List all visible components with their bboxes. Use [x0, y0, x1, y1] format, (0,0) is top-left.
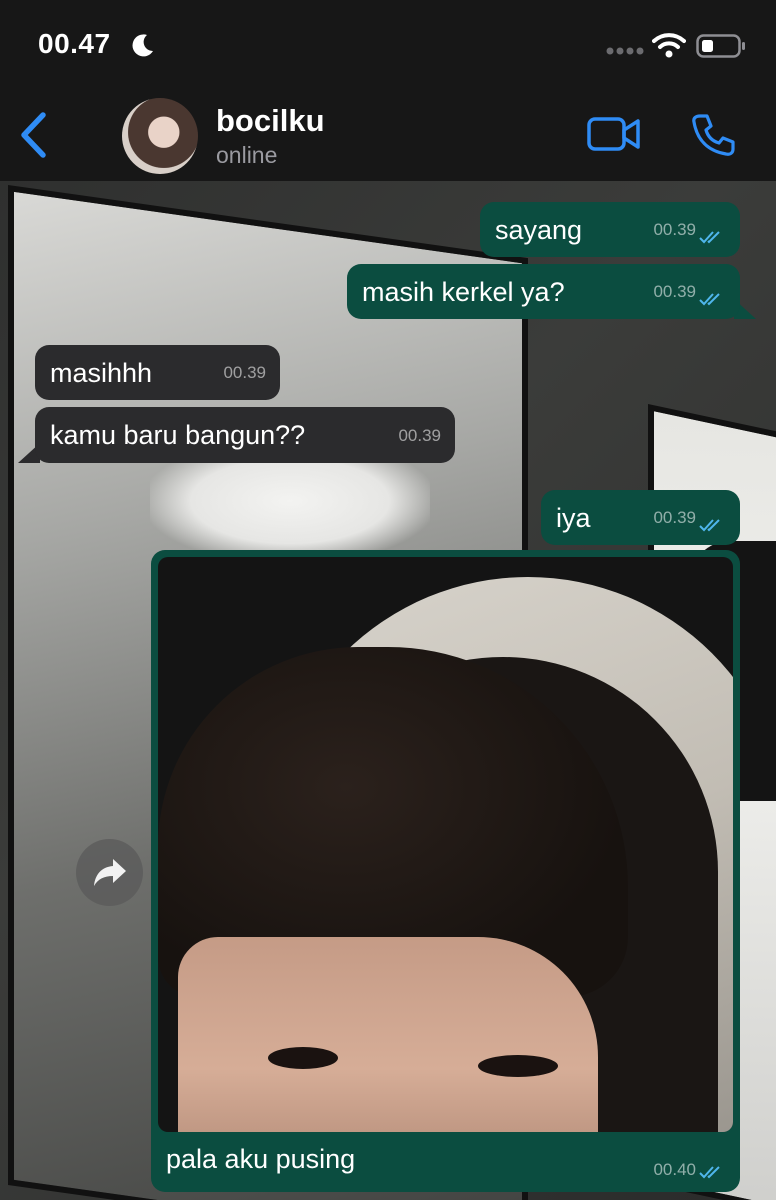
double-check-icon: [699, 519, 720, 532]
message-incoming[interactable]: kamu baru bangun?? 00.39: [35, 407, 455, 463]
photo-face: [178, 937, 598, 1132]
photo-caption: pala aku pusing: [166, 1144, 356, 1174]
chevron-left-icon[interactable]: [16, 110, 50, 160]
share-forward-icon: [94, 859, 126, 886]
message-text: masihhh: [50, 358, 153, 388]
message-incoming[interactable]: masihhh 00.39: [35, 345, 280, 400]
forward-button[interactable]: [76, 839, 143, 906]
chat-header: 00.47 bocilku online: [0, 0, 776, 181]
message-time: 00.39: [653, 282, 696, 301]
photo-attachment[interactable]: [158, 557, 733, 1132]
message-time: 00.40: [653, 1160, 696, 1179]
message-text: masih kerkel ya?: [362, 277, 565, 307]
double-check-icon: [699, 231, 720, 244]
contact-status: online: [216, 142, 278, 168]
message-outgoing[interactable]: sayang 00.39: [480, 202, 740, 257]
signal-icon: [606, 47, 644, 55]
message-time: 00.39: [653, 220, 696, 239]
contact-name[interactable]: bocilku: [216, 103, 325, 139]
message-text: kamu baru bangun??: [50, 420, 306, 450]
message-time: 00.39: [653, 508, 696, 527]
double-check-icon: [699, 293, 720, 306]
avatar[interactable]: [122, 98, 198, 174]
message-photo[interactable]: pala aku pusing 00.40: [151, 550, 740, 1192]
message-time: 00.39: [223, 363, 266, 382]
battery-icon: [696, 34, 745, 58]
message-text: iya: [556, 503, 591, 533]
message-outgoing[interactable]: masih kerkel ya? 00.39: [347, 264, 740, 319]
message-time: 00.39: [398, 426, 441, 445]
moon-icon: [132, 34, 153, 57]
double-check-icon: [699, 1166, 720, 1179]
status-time: 00.47: [38, 28, 111, 59]
video-call-icon[interactable]: [586, 114, 642, 154]
phone-icon[interactable]: [690, 112, 736, 158]
message-outgoing[interactable]: iya 00.39: [541, 490, 740, 545]
wifi-icon: [652, 33, 686, 58]
message-text: sayang: [495, 215, 583, 245]
